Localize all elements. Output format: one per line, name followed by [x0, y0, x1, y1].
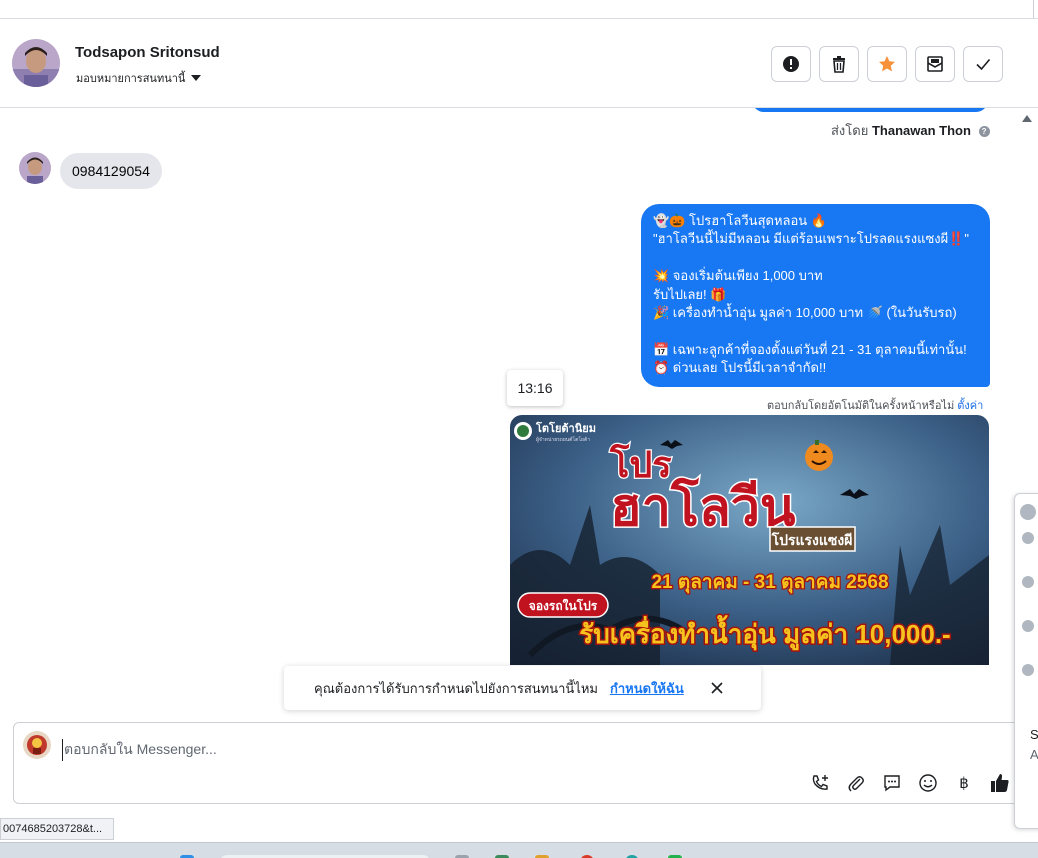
close-icon[interactable] [708, 679, 726, 697]
promo-brand: โตโยต้านิยม [535, 421, 596, 435]
status-url: 0074685203728&t... [0, 818, 114, 840]
saved-reply-icon[interactable] [880, 771, 904, 795]
reply-input[interactable]: ตอบกลับใน Messenger... [62, 739, 217, 761]
auto-reply-settings-link[interactable]: ตั้งค่า [957, 400, 983, 412]
trash-icon [833, 56, 845, 73]
avatar[interactable] [1022, 620, 1034, 632]
promo-dates: 21 ตุลาคม - 31 ตุลาคม 2568 [651, 572, 888, 594]
previous-outgoing-bubble [752, 108, 988, 112]
contact-avatar-small[interactable] [19, 152, 51, 184]
like-icon[interactable] [988, 771, 1012, 795]
question-mark-icon[interactable]: ? [978, 126, 990, 137]
delete-button[interactable] [819, 46, 859, 82]
sent-by-prefix: ส่งโดย [831, 123, 869, 138]
os-taskbar [0, 842, 1038, 858]
assign-prompt-text: คุณต้องการได้รับการกำหนดไปยังการสนทนานี้… [314, 680, 598, 696]
promo-book-tag: จองรถในโปร [529, 598, 598, 613]
star-button[interactable] [867, 46, 907, 82]
spam-button[interactable] [771, 46, 811, 82]
caret-down-icon [191, 75, 202, 81]
composer-tools: ฿ [808, 771, 1012, 795]
divider [1033, 0, 1034, 18]
contact-avatar[interactable] [12, 39, 60, 87]
mark-unread-button[interactable] [915, 46, 955, 82]
avatar[interactable] [1022, 664, 1034, 676]
star-icon [879, 56, 895, 72]
side-panel-text: A [1030, 747, 1038, 762]
timestamp-tooltip: 13:16 [507, 370, 563, 406]
message-thread[interactable]: ส่งโดย Thanawan Thon ? 0984129054 👻🎃 โปร… [0, 108, 1014, 720]
emoji-icon[interactable] [916, 771, 940, 795]
attachment-icon[interactable] [844, 771, 868, 795]
header-actions [771, 46, 1003, 82]
avatar[interactable] [1022, 576, 1034, 588]
contact-name[interactable]: Todsapon Sritonsud [75, 44, 220, 61]
side-panel-text: S [1030, 727, 1038, 742]
envelope-icon [927, 56, 943, 72]
baht-payment-icon[interactable]: ฿ [952, 771, 976, 795]
assign-conversation-dropdown[interactable]: มอบหมายการสนทนานี้ [76, 69, 202, 87]
promo-title-line2: ฮาโลวีน [610, 476, 796, 537]
conversation-header: Todsapon Sritonsud มอบหมายการสนทนานี้ [0, 18, 1038, 108]
promo-gift: รับเครื่องทำน้ำอุ่น มูลค่า 10,000.- [579, 614, 950, 651]
agent-avatar [23, 731, 51, 759]
scroll-up-arrow-icon[interactable] [1022, 115, 1032, 122]
check-icon [976, 58, 991, 71]
avatar[interactable] [1022, 532, 1034, 544]
assign-label: มอบหมายการสนทนานี้ [76, 73, 186, 85]
sent-by-label: ส่งโดย Thanawan Thon ? [831, 120, 990, 141]
top-strip [0, 0, 1038, 18]
inbox-conversation-view: Todsapon Sritonsud มอบหมายการสนทนานี้ ส่… [0, 0, 1038, 858]
exclamation-circle-icon [783, 56, 799, 72]
reply-composer[interactable]: ตอบกลับใน Messenger... ฿ [13, 722, 1023, 804]
side-conversation-panel[interactable] [1014, 493, 1038, 829]
call-add-icon[interactable] [808, 771, 832, 795]
auto-reply-note: ตอบกลับโดยอัตโนมัติในครั้งหน้าหรือไม่ ตั… [767, 396, 983, 414]
avatar[interactable] [1020, 504, 1036, 520]
incoming-message[interactable]: 0984129054 [60, 153, 162, 189]
assign-to-me-link[interactable]: กำหนดให้ฉัน [610, 678, 684, 699]
promo-brand-sub: ผู้จำหน่ายรถยนต์โตโยต้า [536, 436, 590, 443]
sent-by-name: Thanawan Thon [871, 123, 971, 138]
outgoing-message[interactable]: 👻🎃 โปรฮาโลวีนสุดหลอน 🔥 "ฮาโลวีนนี้ไม่มีห… [641, 204, 990, 387]
auto-reply-text: ตอบกลับโดยอัตโนมัติในครั้งหน้าหรือไม่ [767, 400, 955, 412]
assign-prompt-toast: คุณต้องการได้รับการกำหนดไปยังการสนทนานี้… [284, 666, 761, 710]
done-button[interactable] [963, 46, 1003, 82]
promo-badge: โปรแรงแซงผี [771, 531, 853, 548]
promo-image[interactable]: โตโยต้านิยม ผู้จำหน่ายรถยนต์โตโยต้า โปร … [510, 415, 989, 665]
